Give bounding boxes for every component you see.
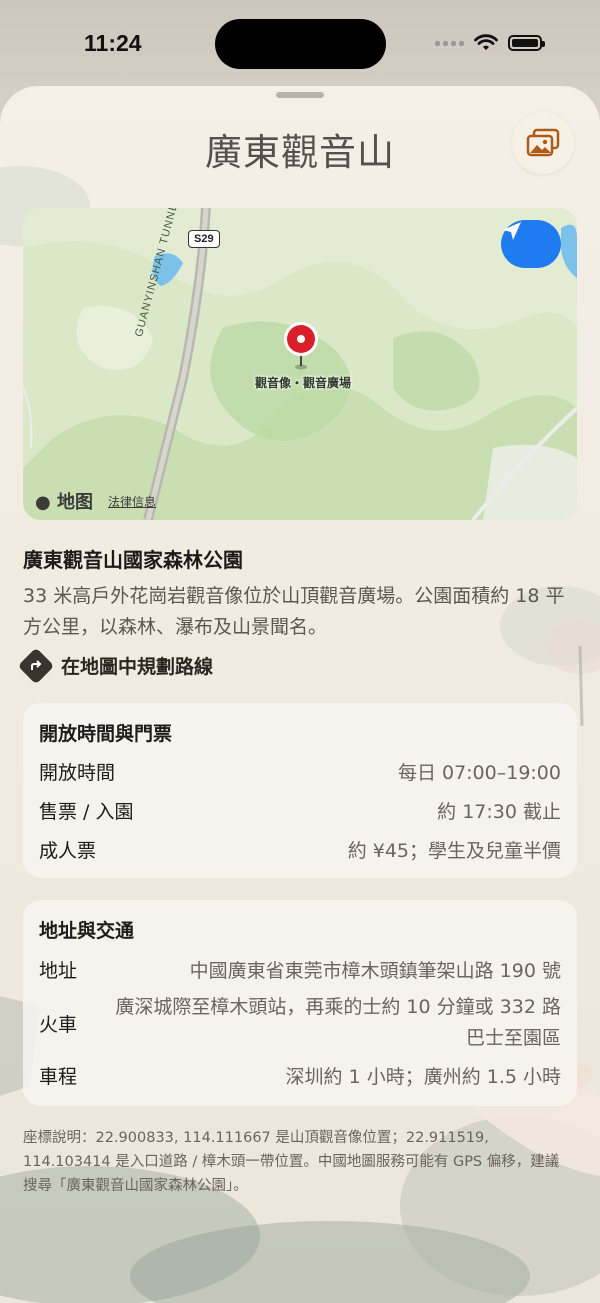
- location-arrow-icon: [503, 222, 521, 240]
- info-row: 火車 廣深城際至樟木頭站，再乘的士約 10 分鐘或 332 路巴士至園區: [39, 992, 561, 1054]
- transport-card: 地址與交通 地址 中國廣東省東莞市樟木頭鎮筆架山路 190 號 火車 廣深城際至…: [23, 900, 577, 1106]
- photos-button[interactable]: [512, 112, 574, 174]
- apple-logo-icon: ●: [35, 492, 51, 513]
- dynamic-island: [215, 19, 386, 69]
- page-title: 廣東觀音山: [205, 131, 395, 174]
- maps-brand: ● 地图: [35, 488, 93, 514]
- directions-icon: [17, 647, 55, 684]
- plan-route-link[interactable]: 在地圖中規劃路線: [17, 647, 214, 684]
- info-row-value: 每日 07:00–19:00: [397, 762, 561, 784]
- legal-link[interactable]: 法律信息: [108, 493, 156, 510]
- wifi-icon: [474, 34, 498, 50]
- pin-label: 觀音像・觀音廣場: [254, 376, 351, 390]
- info-row-value: 約 17:30 截止: [437, 801, 561, 823]
- info-row-key: 地址: [39, 960, 78, 982]
- info-row: 地址 中國廣東省東莞市樟木頭鎮筆架山路 190 號: [39, 956, 561, 983]
- plan-route-label: 在地圖中規劃路線: [61, 656, 214, 678]
- map-terrain: [23, 208, 577, 520]
- place-name: 廣東觀音山國家森林公園: [23, 548, 243, 572]
- info-row-value: 廣深城際至樟木頭站，再乘的士約 10 分鐘或 332 路巴士至園區: [115, 996, 561, 1049]
- info-row-value: 中國廣東省東莞市樟木頭鎮筆架山路 190 號: [189, 960, 561, 982]
- info-row: 成人票 約 ¥45；學生及兒童半價: [39, 836, 561, 863]
- info-row-key: 開放時間: [39, 762, 116, 784]
- status-icons: [435, 34, 545, 52]
- info-row-key: 火車: [39, 1013, 78, 1036]
- road-badge: S29: [188, 230, 220, 248]
- info-row-key: 成人票: [39, 840, 97, 862]
- transport-card-title: 地址與交通: [39, 920, 135, 942]
- info-row-key: 車程: [39, 1066, 78, 1088]
- map-view[interactable]: S29 GUANYINSHAN TUNNEL 觀音像・觀音廣場 ● 地图 法律信…: [23, 208, 577, 520]
- sheet-grabber[interactable]: [276, 92, 324, 98]
- cellular-signal-icon: [435, 40, 464, 46]
- hours-card-title: 開放時間與門票: [39, 723, 173, 745]
- battery-icon: [508, 35, 545, 51]
- info-row-value: 約 ¥45；學生及兒童半價: [347, 840, 561, 862]
- hours-card: 開放時間與門票 開放時間 每日 07:00–19:00 售票 / 入園 約 17…: [23, 703, 577, 878]
- info-row-key: 售票 / 入園: [39, 801, 134, 823]
- status-bar: 11:24: [0, 0, 600, 90]
- info-row: 開放時間 每日 07:00–19:00: [39, 758, 561, 785]
- photo-stack-icon: [526, 128, 560, 157]
- info-row: 售票 / 入園 約 17:30 截止: [39, 797, 561, 824]
- place-description: 33 米高戶外花崗岩觀音像位於山頂觀音廣場。公園面積約 18 平方公里，以森林、…: [23, 585, 565, 638]
- locate-me-button[interactable]: [501, 220, 561, 268]
- coordinates-note: 座標說明：22.900833, 114.111667 是山頂觀音像位置；22.9…: [23, 1130, 560, 1194]
- maps-brand-label: 地图: [57, 492, 93, 513]
- place-sheet: 廣東觀音山 S29 GUANYINSHAN TUNNEL 觀音像・觀音廣場 ● …: [0, 86, 600, 1303]
- status-time: 11:24: [84, 30, 142, 56]
- info-row: 車程 深圳約 1 小時；廣州約 1.5 小時: [39, 1062, 561, 1089]
- info-row-value: 深圳約 1 小時；廣州約 1.5 小時: [285, 1066, 561, 1088]
